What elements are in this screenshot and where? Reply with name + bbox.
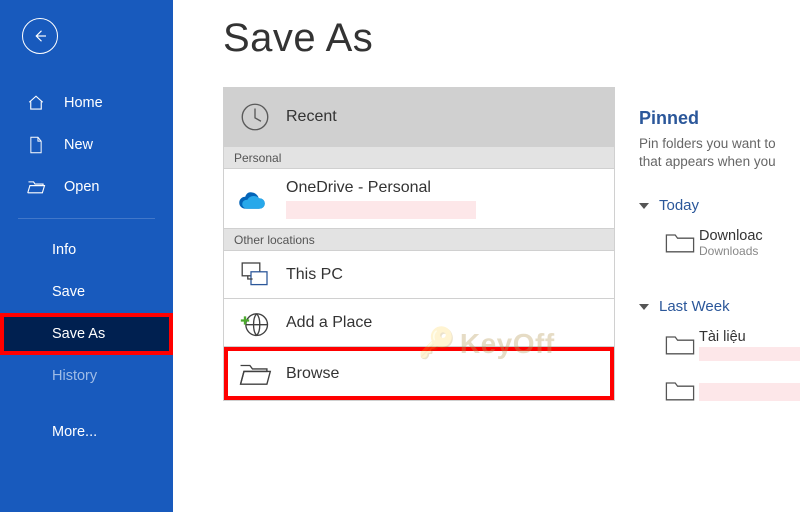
folder-item-3-redacted [699,383,800,401]
location-browse[interactable]: Browse [224,346,614,400]
this-pc-icon [224,260,286,290]
nav-save-as-label: Save As [52,326,105,342]
location-add-place-label: Add a Place [286,314,372,332]
pinned-panel: Pinned Pin folders you want to that appe… [639,108,800,403]
location-recent-label: Recent [286,108,337,126]
page-title: Save As [223,16,800,61]
main-panel: Save As Recent Personal OneDrive - Perso… [173,0,800,512]
nav-home-label: Home [64,95,103,111]
home-icon [26,94,46,112]
nav-more[interactable]: More... [0,411,173,453]
nav-new-label: New [64,137,93,153]
location-add-place[interactable]: Add a Place [224,298,614,346]
folder-downloads-path: Downloads [699,244,763,258]
location-onedrive[interactable]: OneDrive - Personal [224,168,614,228]
folder-downloads-name: Downloac [699,228,763,244]
folder-icon [661,379,699,403]
nav-save[interactable]: Save [0,271,173,313]
location-this-pc[interactable]: This PC [224,250,614,298]
group-last-week[interactable]: Last Week [639,298,800,315]
folder-item-3[interactable] [639,379,800,403]
onedrive-account-redacted [286,201,476,219]
chevron-down-icon [639,304,649,310]
backstage-sidebar: Home New Open Info Save Save As History [0,0,173,512]
nav-history[interactable]: History [0,355,173,397]
nav-new[interactable]: New [0,124,173,166]
location-this-pc-label: This PC [286,266,343,284]
location-browse-label: Browse [286,365,339,383]
pinned-hint: Pin folders you want to that appears whe… [639,135,800,171]
nav-open-label: Open [64,179,99,195]
folder-documents-name: Tài liệu [699,329,800,345]
locations-list: Recent Personal OneDrive - Personal Othe… [223,87,615,401]
location-onedrive-label: OneDrive - Personal [286,179,476,197]
pinned-title: Pinned [639,108,800,129]
group-today-label: Today [659,197,699,214]
browse-folder-icon [224,361,286,387]
pinned-hint-2: that appears when you [639,154,776,169]
nav-save-as[interactable]: Save As [0,313,173,355]
nav-home[interactable]: Home [0,82,173,124]
sidebar-divider [18,218,155,219]
nav-info-label: Info [52,242,76,258]
arrow-left-icon [31,27,49,45]
group-today[interactable]: Today [639,197,800,214]
header-personal: Personal [224,146,614,168]
onedrive-icon [224,187,286,211]
location-onedrive-text: OneDrive - Personal [286,179,476,219]
nav-save-label: Save [52,284,85,300]
location-recent[interactable]: Recent [224,88,614,146]
new-doc-icon [26,136,46,154]
pinned-hint-1: Pin folders you want to [639,136,776,151]
folder-icon [661,333,699,357]
open-folder-icon [26,179,46,195]
group-last-week-label: Last Week [659,298,730,315]
header-other-label: Other locations [234,233,315,247]
nav-history-label: History [52,368,97,384]
header-personal-label: Personal [234,151,281,165]
folder-icon [661,231,699,255]
folder-documents[interactable]: Tài liệu [639,329,800,361]
nav-more-label: More... [52,424,97,440]
nav-info[interactable]: Info [0,229,173,271]
add-place-icon [224,308,286,338]
back-button[interactable] [22,18,58,54]
nav-open[interactable]: Open [0,166,173,208]
clock-icon [224,100,286,134]
header-other: Other locations [224,228,614,250]
folder-documents-path-redacted [699,347,800,361]
chevron-down-icon [639,203,649,209]
folder-downloads[interactable]: Downloac Downloads [639,228,800,258]
